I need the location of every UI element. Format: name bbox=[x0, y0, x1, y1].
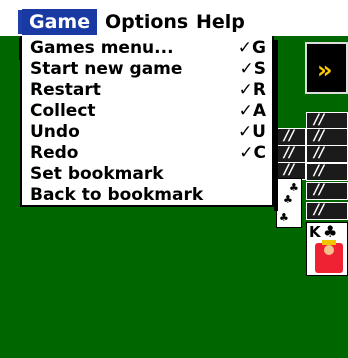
menu-item-redo[interactable]: Redo ✓C bbox=[30, 143, 270, 164]
shortcut: ✓S bbox=[239, 59, 267, 79]
deck-pile[interactable]: » bbox=[305, 42, 348, 94]
shortcut: ✓A bbox=[238, 101, 266, 121]
king-of-clubs-card[interactable]: K ♣ bbox=[306, 222, 348, 276]
menu-bar: Game Options Help bbox=[0, 0, 348, 36]
menu-help[interactable]: Help bbox=[189, 9, 252, 35]
menu-game[interactable]: Game bbox=[22, 9, 98, 35]
menu-item-back-to-bookmark[interactable]: Back to bookmark bbox=[30, 185, 270, 206]
shortcut: ✓R bbox=[238, 80, 266, 100]
dropdown-shadow bbox=[274, 40, 278, 211]
card-back[interactable]: // bbox=[306, 202, 348, 220]
shortcut: ✓U bbox=[237, 122, 266, 142]
club-card-column[interactable]: ♣ ♣ ♣ bbox=[276, 178, 302, 228]
menu-item-start-new-game[interactable]: Start new game ✓S bbox=[30, 59, 270, 80]
club-icon: ♣ bbox=[283, 193, 293, 206]
menu-options[interactable]: Options bbox=[98, 9, 195, 35]
card-back[interactable]: // bbox=[306, 128, 348, 146]
menu-item-games-menu[interactable]: Games menu... ✓G bbox=[30, 38, 270, 59]
shortcut: ✓C bbox=[239, 143, 266, 163]
shortcut: ✓G bbox=[237, 38, 266, 58]
card-rank: K bbox=[309, 223, 321, 241]
club-icon: ♣ bbox=[279, 211, 289, 224]
card-back[interactable]: // bbox=[306, 182, 348, 200]
card-back[interactable]: // bbox=[306, 145, 348, 163]
king-face-icon bbox=[315, 240, 343, 273]
card-suit: ♣ bbox=[323, 222, 338, 241]
deck-arrow-icon: » bbox=[317, 56, 333, 84]
menu-item-collect[interactable]: Collect ✓A bbox=[30, 101, 270, 122]
card-back[interactable]: // bbox=[276, 145, 306, 163]
card-back[interactable]: // bbox=[306, 163, 348, 181]
game-menu-dropdown: Games menu... ✓G Start new game ✓S Resta… bbox=[20, 36, 278, 211]
card-back[interactable]: // bbox=[276, 128, 306, 146]
menu-item-restart[interactable]: Restart ✓R bbox=[30, 80, 270, 101]
menu-item-set-bookmark[interactable]: Set bookmark bbox=[30, 164, 270, 185]
menu-item-undo[interactable]: Undo ✓U bbox=[30, 122, 270, 143]
